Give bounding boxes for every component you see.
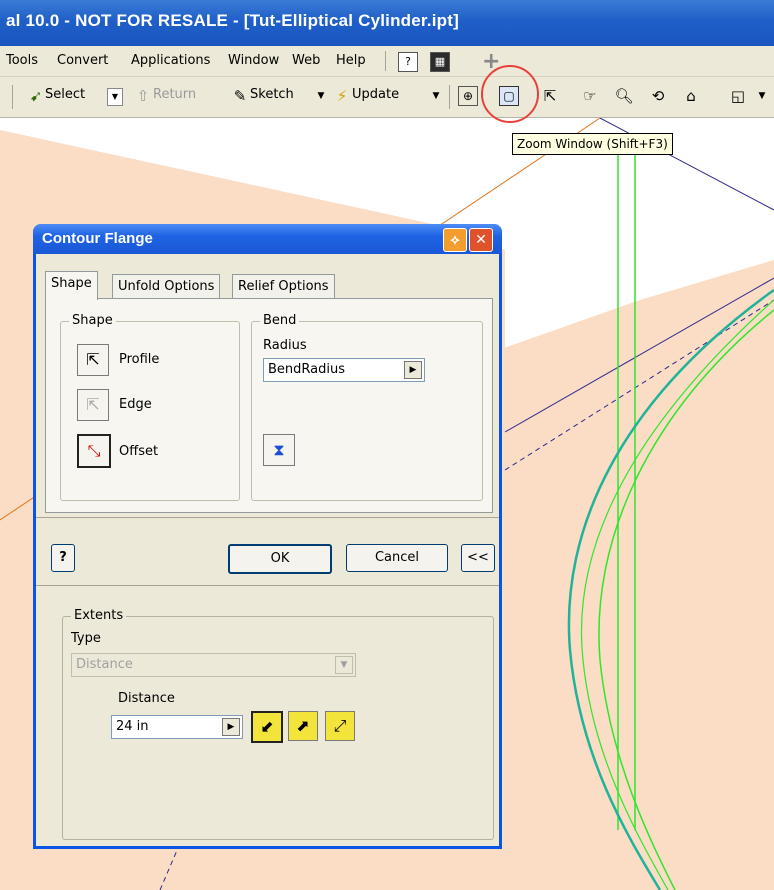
direction-2-icon[interactable]: ⬈: [288, 711, 318, 741]
pin-icon[interactable]: ⟡: [443, 228, 467, 252]
profile-select-icon[interactable]: ⇱: [77, 344, 109, 376]
type-label: Type: [71, 631, 101, 646]
contour-flange-dialog: Contour Flange ⟡ ✕ Shape Unfold Options …: [33, 224, 502, 849]
distance-input[interactable]: 24 in ▶: [111, 715, 243, 739]
toolbar-separator: [449, 85, 450, 109]
distance-arrow-icon[interactable]: ▶: [222, 718, 240, 736]
extents-type-value: Distance: [76, 657, 133, 672]
shape-group: Shape ⇱ Profile ⇱ Edge ⤡ Offset: [60, 313, 240, 501]
profile-label: Profile: [119, 352, 160, 367]
zoom-selected-icon[interactable]: 🔍︎: [614, 86, 634, 106]
distance-value: 24 in: [116, 719, 149, 734]
menu-bar: Tools Convert Applications Window Web He…: [0, 46, 774, 77]
menu-convert[interactable]: Convert: [57, 53, 108, 68]
zoom-all-icon[interactable]: ⊕: [458, 86, 478, 106]
zoom-icon[interactable]: ⇱: [540, 86, 560, 106]
highlight-circle-overlay: [481, 65, 539, 123]
panel-icon[interactable]: ▦: [430, 52, 450, 72]
window-title: al 10.0 - NOT FOR RESALE - [Tut-Elliptic…: [6, 11, 459, 30]
shape-tab-panel: Shape ⇱ Profile ⇱ Edge ⤡ Offset Bend Rad…: [45, 298, 493, 513]
update-dropdown-icon[interactable]: ▼: [426, 86, 446, 106]
symmetric-icon[interactable]: ⤢: [325, 711, 355, 741]
toolbar-grip: [12, 85, 13, 109]
menu-applications[interactable]: Applications: [131, 53, 210, 68]
extents-group-label: Extents: [71, 608, 127, 623]
sketch-dropdown-icon[interactable]: ▼: [311, 86, 331, 106]
tab-relief-options[interactable]: Relief Options: [232, 274, 335, 299]
return-button: Return: [153, 87, 197, 102]
display-mode-icon[interactable]: ◱: [728, 86, 748, 106]
select-dropdown-icon[interactable]: ▼: [107, 88, 123, 106]
radius-label: Radius: [263, 338, 307, 353]
offset-label: Offset: [119, 444, 159, 459]
sketch-button[interactable]: Sketch: [250, 87, 294, 102]
pan-icon[interactable]: ☞: [580, 86, 600, 106]
return-arrow-icon: ⇧: [136, 87, 150, 105]
app-title-bar: al 10.0 - NOT FOR RESALE - [Tut-Elliptic…: [0, 0, 774, 46]
tab-unfold-options[interactable]: Unfold Options: [112, 274, 221, 299]
cancel-button[interactable]: Cancel: [346, 544, 448, 572]
extents-group: Extents Type Distance ▼ Distance 24 in ▶…: [62, 608, 494, 840]
update-button[interactable]: Update: [352, 87, 399, 102]
divider: [36, 585, 499, 586]
extents-type-dropdown-icon: ▼: [335, 656, 353, 674]
rotate-icon[interactable]: ⟲: [648, 86, 668, 106]
bend-group: Bend Radius BendRadius ▶ ⧗: [251, 313, 483, 501]
distance-label: Distance: [118, 691, 175, 706]
tab-shape[interactable]: Shape: [45, 271, 98, 300]
menu-separator: [385, 51, 386, 71]
radius-arrow-icon[interactable]: ▶: [404, 361, 422, 379]
help-button[interactable]: ?: [51, 544, 75, 572]
menu-help[interactable]: Help: [336, 53, 366, 68]
radius-combo[interactable]: BendRadius ▶: [263, 358, 425, 382]
bend-options-icon[interactable]: ⧗: [263, 434, 295, 466]
extents-type-combo: Distance ▼: [71, 653, 356, 677]
dialog-title-bar: Contour Flange ⟡ ✕: [33, 224, 502, 254]
menu-tools[interactable]: Tools: [6, 53, 38, 68]
sketch-icon: ✎: [233, 87, 247, 105]
select-button[interactable]: Select: [45, 87, 85, 102]
help-icon[interactable]: ?: [398, 52, 418, 72]
look-at-icon[interactable]: ⌂: [681, 86, 701, 106]
display-dropdown-icon[interactable]: ▼: [752, 86, 772, 106]
select-arrow-icon: ➹: [29, 87, 43, 105]
menu-web[interactable]: Web: [292, 53, 320, 68]
offset-icon[interactable]: ⤡: [77, 434, 111, 468]
bend-group-label: Bend: [260, 313, 300, 328]
dialog-title: Contour Flange: [42, 230, 153, 247]
shape-group-label: Shape: [69, 313, 116, 328]
edge-select-icon: ⇱: [77, 389, 109, 421]
close-icon[interactable]: ✕: [469, 228, 493, 252]
standard-toolbar: ➹ Select ▼ ⇧ Return ✎ Sketch ▼ ⚡ Update …: [0, 77, 774, 118]
update-icon: ⚡: [336, 87, 348, 105]
menu-window[interactable]: Window: [228, 53, 279, 68]
direction-1-icon[interactable]: ⬋: [251, 711, 283, 743]
edge-label: Edge: [119, 397, 152, 412]
collapse-button[interactable]: <<: [461, 544, 495, 572]
ok-button[interactable]: OK: [228, 544, 332, 574]
radius-value: BendRadius: [268, 362, 345, 377]
divider: [36, 517, 499, 518]
zoom-window-tooltip: Zoom Window (Shift+F3): [512, 133, 673, 155]
